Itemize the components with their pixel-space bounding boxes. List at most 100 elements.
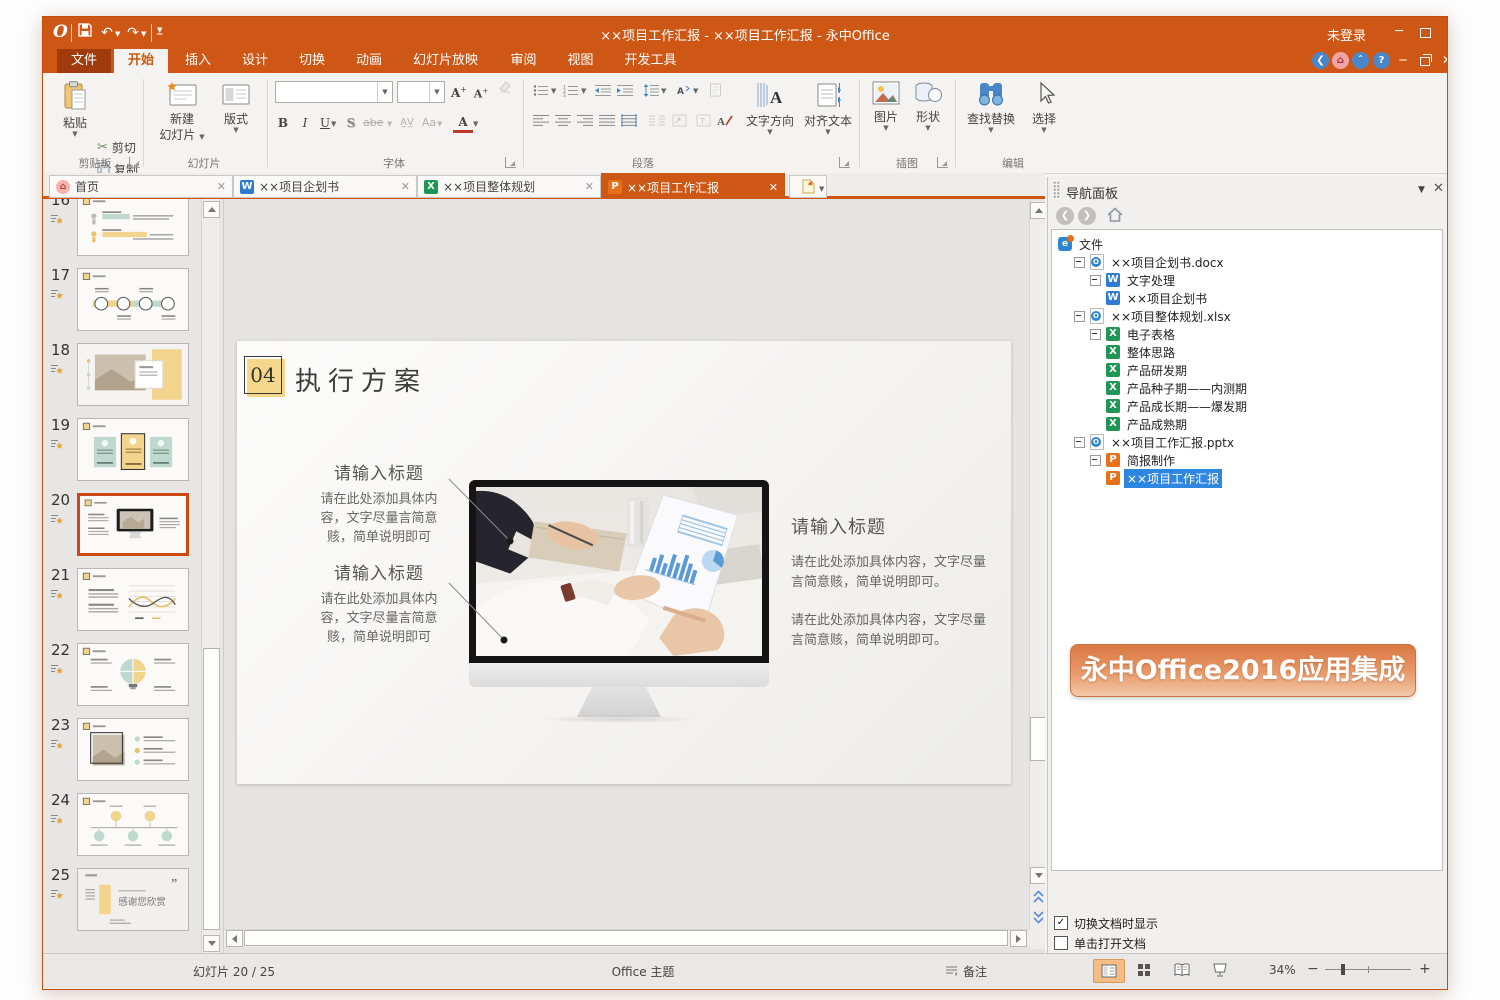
normal-view-button[interactable] [1093, 959, 1125, 983]
slide-thumbnail-19[interactable] [77, 418, 189, 481]
font-color-dropdown[interactable]: ▼ [473, 120, 478, 128]
canvas-scroll-right[interactable] [1010, 930, 1027, 947]
align-left-button[interactable] [531, 111, 551, 129]
text-rotate-button[interactable] [669, 111, 689, 129]
notes-button[interactable]: 备注 [963, 963, 987, 980]
tab-close-icon[interactable]: ✕ [401, 180, 410, 193]
tree-collapse-icon[interactable] [1074, 437, 1085, 448]
align-right-button[interactable] [575, 111, 595, 129]
notes-icon[interactable] [945, 964, 958, 979]
close-button[interactable]: ✕ [1439, 23, 1448, 42]
option-单击打开文档[interactable]: 单击打开文档 [1054, 935, 1146, 951]
canvas-scroll-up[interactable] [1030, 202, 1045, 219]
strikethrough-button[interactable]: abe [363, 113, 383, 133]
char-spacing-button[interactable]: A̲V̲ [397, 113, 417, 133]
nav-back-button[interactable]: ❮ [1056, 207, 1074, 225]
bullets-button[interactable] [531, 81, 551, 99]
tree-item-简报制作[interactable]: P简报制作 [1090, 451, 1178, 469]
minimize-button[interactable]: ─ [1387, 23, 1411, 42]
layout-button[interactable]: 版式 ▼ [215, 81, 257, 134]
canvas-scroll-down[interactable] [1030, 867, 1045, 884]
autofit-button[interactable]: T [693, 111, 713, 129]
doc-minimize-button[interactable]: ─ [1393, 52, 1413, 70]
checkbox-icon[interactable] [1054, 936, 1068, 950]
document-tab-××项目工作汇报[interactable]: P××项目工作汇报✕ [601, 173, 785, 201]
align-center-button[interactable] [553, 111, 573, 129]
ribbon-tab-开始[interactable]: 开始 [114, 49, 168, 73]
paragraph-dialog-launcher[interactable] [839, 157, 850, 168]
grow-font-button[interactable]: A+ [449, 79, 469, 101]
document-tab-首页[interactable]: ⌂首页✕ [49, 175, 233, 198]
ribbon-tab-视图[interactable]: 视图 [554, 49, 608, 73]
tree-item-文字处理[interactable]: W文字处理 [1090, 271, 1178, 289]
font-name-combo[interactable]: ▼ [275, 81, 393, 103]
clear-all-format-button[interactable]: A [715, 111, 735, 129]
tree-collapse-icon[interactable] [1090, 275, 1101, 286]
tree-item-产品成长期——爆发期[interactable]: X产品成长期——爆发期 [1106, 397, 1250, 415]
tab-close-icon[interactable]: ✕ [585, 180, 594, 193]
maximize-button[interactable] [1413, 23, 1437, 42]
numbering-button[interactable]: 123 [561, 81, 581, 99]
doc-restore-button[interactable] [1415, 52, 1435, 70]
document-tree[interactable]: 文件××项目企划书.docxW文字处理W××项目企划书××项目整体规划.xlsx… [1051, 229, 1443, 871]
tree-item-××项目工作汇报.pptx[interactable]: ××项目工作汇报.pptx [1074, 433, 1237, 451]
clipboard-dialog-launcher[interactable] [129, 157, 140, 168]
slide-thumbnail-17[interactable] [77, 268, 189, 331]
thumb-scroll-down[interactable] [203, 935, 220, 952]
slide-thumbnail-22[interactable] [77, 643, 189, 706]
nav-forward-button[interactable]: ❯ [1078, 207, 1096, 225]
font-color-button[interactable]: A [453, 115, 473, 133]
text-shadow-button[interactable]: S [341, 113, 361, 133]
slide-left-text-1[interactable]: 请输入标题 请在此处添加具体内容，文字尽量言简意赅，简单说明即可 [309, 459, 449, 547]
thumb-scroll-thumb[interactable] [203, 648, 220, 930]
doc-close-button[interactable]: ✕ [1437, 52, 1448, 70]
tree-item-电子表格[interactable]: X电子表格 [1090, 325, 1178, 343]
tree-item-产品成熟期[interactable]: X产品成熟期 [1106, 415, 1190, 433]
thumb-scroll-up[interactable] [203, 201, 220, 218]
help-button[interactable]: ? [1373, 52, 1390, 69]
cut-button[interactable]: ✂ 剪切 [97, 137, 136, 157]
home-circle-button[interactable]: ⌂ [1332, 52, 1349, 69]
slide-thumbnail-24[interactable] [77, 793, 189, 856]
thumbnail-scrollbar[interactable] [201, 199, 219, 953]
font-size-combo[interactable]: ▼ [397, 81, 445, 103]
new-document-tab-dropdown[interactable]: ▼ [819, 185, 824, 193]
slide-thumbnail-23[interactable] [77, 718, 189, 781]
tree-collapse-icon[interactable] [1090, 329, 1101, 340]
ribbon-tab-开发工具[interactable]: 开发工具 [611, 49, 691, 73]
underline-dropdown[interactable]: ▼ [331, 120, 336, 128]
ribbon-tab-插入[interactable]: 插入 [171, 49, 225, 73]
next-slide-button[interactable] [1030, 907, 1045, 927]
zoom-slider-handle[interactable] [1341, 964, 1345, 975]
tree-item-产品研发期[interactable]: X产品研发期 [1106, 361, 1190, 379]
panel-drag-handle[interactable] [1053, 181, 1060, 199]
reading-view-button[interactable] [1167, 959, 1197, 981]
clear-format-button[interactable] [495, 79, 515, 99]
tree-item-××项目企划书[interactable]: W××项目企划书 [1106, 289, 1210, 307]
tree-item-文件[interactable]: 文件 [1058, 235, 1106, 253]
ribbon-tab-切换[interactable]: 切换 [285, 49, 339, 73]
slide-monitor-graphic[interactable] [469, 480, 769, 720]
ribbon-tab-审阅[interactable]: 审阅 [497, 49, 551, 73]
nav-home-button[interactable] [1106, 206, 1124, 227]
paste-button[interactable]: 粘贴 ▼ [55, 81, 95, 138]
tree-item-××项目工作汇报[interactable]: P××项目工作汇报 [1106, 469, 1222, 487]
slide-right-text[interactable]: 请输入标题 请在此处添加具体内容，文字尽量言简意赅，简单说明即可。 请在此处添加… [791, 513, 991, 669]
columns-button[interactable] [647, 111, 667, 129]
zoom-in-button[interactable]: + [1419, 961, 1431, 977]
document-tab-××项目企划书[interactable]: W××项目企划书✕ [233, 175, 417, 198]
picture-button[interactable]: 图片 ▼ [867, 81, 905, 132]
slide-left-text-2[interactable]: 请输入标题 请在此处添加具体内容，文字尽量言简意赅，简单说明即可 [309, 559, 449, 647]
slide-thumbnail-20[interactable] [77, 493, 189, 556]
font-dialog-launcher[interactable] [505, 157, 516, 168]
slide-thumbnail-21[interactable] [77, 568, 189, 631]
increase-indent-button[interactable] [615, 81, 635, 99]
shrink-font-button[interactable]: A+ [471, 81, 491, 101]
slideshow-view-button[interactable] [1205, 959, 1235, 981]
tab-close-icon[interactable]: ✕ [769, 181, 778, 194]
tree-item-产品种子期——内测期[interactable]: X产品种子期——内测期 [1106, 379, 1250, 397]
align-text-button[interactable]: 对齐文本 ▼ [801, 81, 855, 136]
slide-sorter-view-button[interactable] [1129, 959, 1159, 981]
option-切换文档时显示[interactable]: ✓切换文档时显示 [1054, 915, 1158, 931]
slide-thumbnail-16[interactable] [77, 199, 189, 256]
